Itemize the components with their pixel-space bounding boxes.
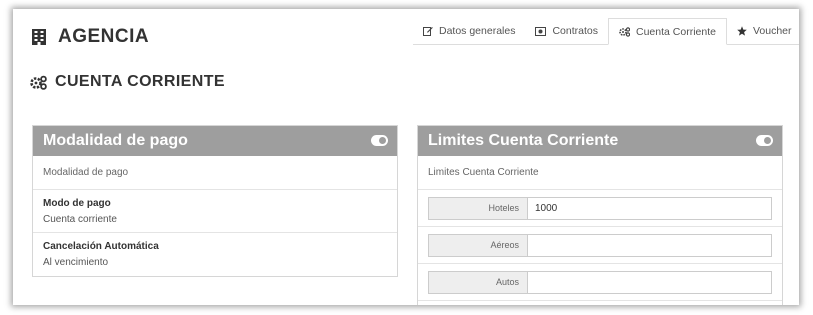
auto-cancel-field: Cancelación Automática Al vencimiento — [33, 233, 397, 276]
input-label: Aéreos — [428, 233, 527, 257]
building-icon — [32, 29, 46, 45]
input-group: Autos — [428, 270, 772, 294]
input-label: Autos — [428, 270, 527, 294]
limit-row-autos: Autos — [418, 264, 782, 301]
payment-mode-panel: Modalidad de pago Modalidad de pago Modo… — [32, 125, 398, 277]
cogs-icon — [619, 26, 630, 37]
section-heading: CUENTA CORRIENTE — [30, 73, 225, 91]
limit-row-hoteles: Hoteles — [418, 190, 782, 227]
tab-voucher[interactable]: Voucher — [726, 18, 799, 45]
aereos-limit-input[interactable] — [527, 233, 772, 257]
tab-label: Contratos — [552, 25, 598, 37]
tab-cuenta-corriente[interactable]: Cuenta Corriente — [608, 18, 727, 45]
field-value: Al vencimiento — [43, 257, 109, 268]
field-label: Cancelación Automática — [43, 241, 159, 252]
panel-header: Modalidad de pago — [33, 126, 397, 156]
field-value: Cuenta corriente — [43, 214, 117, 225]
tab-datos-generales[interactable]: Datos generales — [413, 18, 526, 45]
panel-subtitle: Limites Cuenta Corriente — [418, 156, 782, 190]
panel-title: Modalidad de pago — [43, 132, 188, 149]
field-label: Modo de pago — [43, 198, 111, 209]
star-icon — [737, 26, 747, 36]
money-icon — [535, 26, 547, 36]
panel-subtitle: Modalidad de pago — [33, 156, 397, 190]
toggle-icon[interactable] — [756, 135, 773, 146]
limit-row-aereos: Aéreos — [418, 227, 782, 264]
payment-mode-field: Modo de pago Cuenta corriente — [33, 190, 397, 233]
panel-title: Limites Cuenta Corriente — [428, 132, 619, 149]
input-label: Hoteles — [428, 196, 527, 220]
cogs-icon — [30, 75, 47, 90]
limits-panel: Limites Cuenta Corriente Limites Cuenta … — [417, 125, 783, 305]
section-title: CUENTA CORRIENTE — [55, 73, 225, 90]
autos-limit-input[interactable] — [527, 270, 772, 294]
tab-label: Cuenta Corriente — [636, 25, 716, 38]
input-group: Aéreos — [428, 233, 772, 257]
tab-bar: Datos generales Contratos Cuenta Corrien… — [413, 18, 799, 45]
toggle-icon[interactable] — [371, 135, 388, 146]
page-title: AGENCIA — [58, 26, 150, 47]
edit-icon — [423, 27, 433, 36]
input-group: Hoteles — [428, 196, 772, 220]
tab-label: Datos generales — [439, 25, 516, 37]
app-window: AGENCIA Datos generales Contratos Cuenta… — [13, 9, 799, 305]
panel-header: Limites Cuenta Corriente — [418, 126, 782, 156]
tab-contratos[interactable]: Contratos — [525, 18, 608, 45]
hoteles-limit-input[interactable] — [527, 196, 772, 220]
tab-label: Voucher — [752, 25, 792, 37]
page-header: AGENCIA Datos generales Contratos Cuenta… — [13, 9, 799, 67]
